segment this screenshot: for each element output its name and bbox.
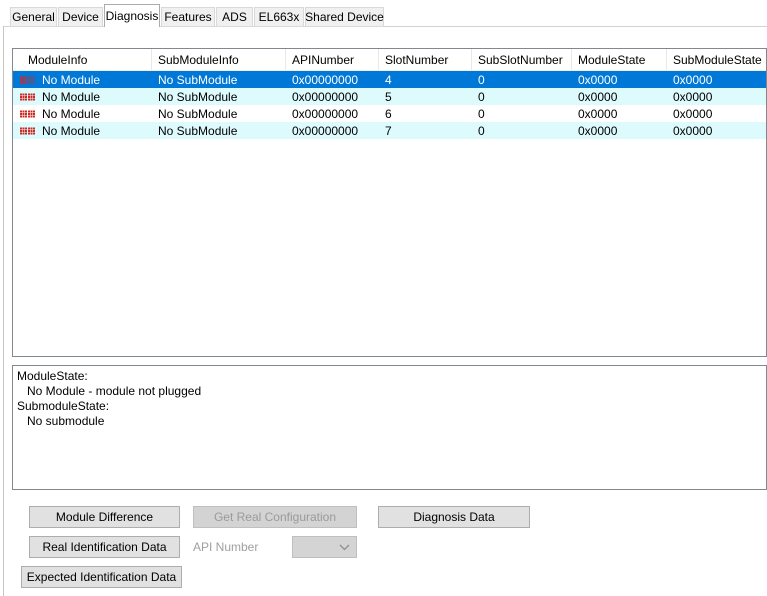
column-header-apinumber[interactable]: APINumber: [286, 49, 379, 70]
chevron-down-icon: [339, 544, 350, 551]
column-header-moduleinfo[interactable]: ModuleInfo: [13, 49, 152, 70]
table-cell-moduleinfo: No Module: [13, 90, 152, 104]
table-cell-submodulestate: 0x0000: [667, 73, 767, 87]
module-table: ModuleInfoSubModuleInfoAPINumberSlotNumb…: [12, 48, 767, 357]
table-cell-slotnumber: 4: [379, 73, 472, 87]
module-grid-icon: [20, 93, 35, 101]
table-cell-modulestate: 0x0000: [572, 90, 667, 104]
table-cell-apinumber: 0x00000000: [286, 107, 379, 121]
module-state-panel: ModuleState:No Module - module not plugg…: [12, 365, 767, 490]
module-grid-icon: [20, 127, 35, 135]
table-cell-modulestate: 0x0000: [572, 107, 667, 121]
table-cell-subslotnumber: 0: [472, 73, 572, 87]
api-number-label: API Number: [193, 540, 258, 554]
get-real-configuration-button: Get Real Configuration: [193, 506, 357, 528]
table-cell-submoduleinfo: No SubModule: [152, 124, 286, 138]
module-table-body: No ModuleNo SubModule0x00000000400x00000…: [13, 71, 766, 139]
tab-general[interactable]: General: [10, 7, 57, 27]
table-cell-slotnumber: 7: [379, 124, 472, 138]
table-cell-apinumber: 0x00000000: [286, 73, 379, 87]
module-info-label: No Module: [42, 124, 100, 138]
column-header-modulestate[interactable]: ModuleState: [572, 49, 667, 70]
api-number-combobox: [292, 536, 357, 558]
tab-el663x[interactable]: EL663x: [254, 7, 304, 27]
table-row[interactable]: No ModuleNo SubModule0x00000000700x00000…: [13, 122, 766, 139]
column-header-subslotnumber[interactable]: SubSlotNumber: [472, 49, 572, 70]
module-info-label: No Module: [42, 90, 100, 104]
table-cell-modulestate: 0x0000: [572, 124, 667, 138]
table-cell-submoduleinfo: No SubModule: [152, 90, 286, 104]
tab-shared-device[interactable]: Shared Device: [305, 7, 384, 27]
tab-page-left-border: [3, 26, 4, 596]
tab-diagnosis[interactable]: Diagnosis: [104, 4, 160, 27]
table-row[interactable]: No ModuleNo SubModule0x00000000600x00000…: [13, 105, 766, 122]
table-cell-moduleinfo: No Module: [13, 73, 152, 87]
tab-ads[interactable]: ADS: [216, 7, 253, 27]
expected-identification-data-button[interactable]: Expected Identification Data: [21, 566, 182, 588]
diagnosis-data-button[interactable]: Diagnosis Data: [378, 506, 530, 528]
module-difference-button[interactable]: Module Difference: [29, 506, 180, 528]
table-cell-subslotnumber: 0: [472, 124, 572, 138]
real-identification-data-button[interactable]: Real Identification Data: [29, 536, 180, 558]
table-cell-apinumber: 0x00000000: [286, 90, 379, 104]
table-cell-moduleinfo: No Module: [13, 124, 152, 138]
table-cell-submodulestate: 0x0000: [667, 90, 767, 104]
module-info-label: No Module: [42, 73, 100, 87]
diagnosis-page: GeneralDeviceDiagnosisFeaturesADSEL663xS…: [0, 0, 767, 596]
module-info-label: No Module: [42, 107, 100, 121]
table-cell-modulestate: 0x0000: [572, 73, 667, 87]
tab-features[interactable]: Features: [161, 7, 215, 27]
module-grid-icon: [20, 110, 35, 118]
column-header-submodulestate[interactable]: SubModuleState: [667, 49, 767, 70]
table-cell-submodulestate: 0x0000: [667, 124, 767, 138]
table-cell-submodulestate: 0x0000: [667, 107, 767, 121]
table-cell-submoduleinfo: No SubModule: [152, 73, 286, 87]
table-cell-subslotnumber: 0: [472, 90, 572, 104]
column-header-submoduleinfo[interactable]: SubModuleInfo: [152, 49, 286, 70]
table-cell-moduleinfo: No Module: [13, 107, 152, 121]
table-cell-apinumber: 0x00000000: [286, 124, 379, 138]
table-cell-slotnumber: 5: [379, 90, 472, 104]
tab-device[interactable]: Device: [58, 7, 103, 27]
table-row[interactable]: No ModuleNo SubModule0x00000000500x00000…: [13, 88, 766, 105]
table-cell-subslotnumber: 0: [472, 107, 572, 121]
column-header-slotnumber[interactable]: SlotNumber: [379, 49, 472, 70]
table-cell-submoduleinfo: No SubModule: [152, 107, 286, 121]
table-cell-slotnumber: 6: [379, 107, 472, 121]
module-table-header: ModuleInfoSubModuleInfoAPINumberSlotNumb…: [13, 49, 766, 71]
state-panel-line: SubmoduleState:: [13, 399, 766, 414]
state-panel-line: No Module - module not plugged: [13, 384, 766, 399]
state-panel-line: No submodule: [13, 414, 766, 429]
table-row[interactable]: No ModuleNo SubModule0x00000000400x00000…: [13, 71, 766, 88]
state-panel-line: ModuleState:: [13, 369, 766, 384]
module-grid-icon: [20, 76, 35, 84]
